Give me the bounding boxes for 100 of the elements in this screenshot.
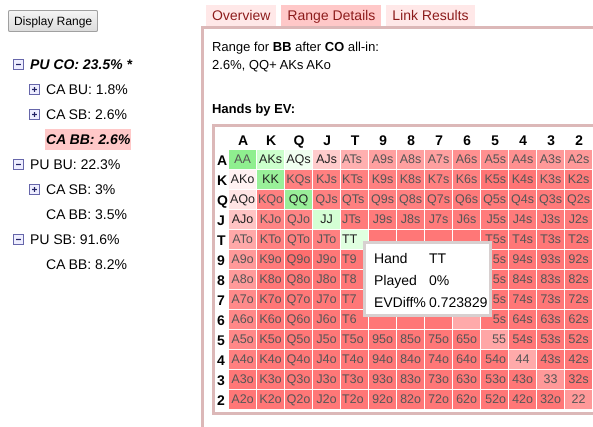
hand-cell: K6o (257, 310, 285, 330)
tab[interactable]: Link Results (386, 5, 475, 26)
tree-item[interactable]: CA BB: 3.5% (45, 204, 128, 225)
hand-cell: 84o (397, 350, 425, 370)
collapse-icon[interactable] (13, 234, 24, 245)
hand-cell: KJo (257, 210, 285, 230)
hand-cell: 22 (565, 390, 593, 410)
hand-cell: 42o (509, 390, 537, 410)
display-range-button[interactable]: Display Range (8, 10, 98, 32)
hand-cell: JTo (313, 230, 341, 250)
hand-cell: A3s (537, 150, 565, 170)
tree-item[interactable]: CA BB: 2.6% (45, 129, 132, 150)
hand-cell: 64s (509, 310, 537, 330)
collapse-icon[interactable] (13, 59, 24, 70)
hand-cell: 93s (537, 250, 565, 270)
hand-cell: J5s (481, 210, 509, 230)
tooltip-label: Played (374, 271, 418, 289)
expand-icon[interactable] (29, 84, 40, 95)
row-header: 8 (217, 270, 226, 290)
hand-cell: A7s (425, 150, 453, 170)
hand-cell: J9s (369, 210, 397, 230)
hand-cell: Q8o (285, 270, 313, 290)
tree-item[interactable]: CA BU: 1.8% (45, 79, 129, 100)
column-header: 8 (406, 130, 416, 150)
hand-cell: K8s (397, 170, 425, 190)
column-header: 6 (462, 130, 472, 150)
hand-cell: Q6s (453, 190, 481, 210)
hand-cell: ATo (229, 230, 257, 250)
hand-cell: 72o (425, 390, 453, 410)
tree-item[interactable]: CA SB: 3% (45, 179, 116, 200)
row-header: A (217, 150, 228, 170)
hand-cell: QQ (285, 190, 313, 210)
hand-cell: 65o (453, 330, 481, 350)
collapse-icon[interactable] (13, 159, 24, 170)
tooltip-label: EVDiff% (374, 293, 426, 311)
hand-cell: KQs (285, 170, 313, 190)
column-header: 3 (546, 130, 556, 150)
hand-cell: 82o (397, 390, 425, 410)
hand-cell: 62o (453, 390, 481, 410)
row-header: 7 (217, 290, 226, 310)
hand-cell: 53s (537, 330, 565, 350)
row-header: 4 (217, 350, 226, 370)
column-header: 9 (378, 130, 388, 150)
hand-cell: ATs (341, 150, 369, 170)
hand-cell: K2o (257, 390, 285, 410)
hand-cell: 72s (565, 290, 593, 310)
hand-cell: A8s (397, 150, 425, 170)
column-header: 4 (518, 130, 528, 150)
hand-cell: 83s (537, 270, 565, 290)
hand-cell: 43s (537, 350, 565, 370)
hand-cell: J6o (313, 310, 341, 330)
section-heading: Hands by EV: (212, 100, 296, 118)
column-header: T (350, 130, 360, 150)
description-text: Range for BB after CO all-in: (212, 38, 380, 56)
hand-cell: Q7s (425, 190, 453, 210)
hand-cell: J7s (425, 210, 453, 230)
hand-cell: KTs (341, 170, 369, 190)
hand-cell: K7s (425, 170, 453, 190)
hand-cell: 63o (453, 370, 481, 390)
hand-cell: K4o (257, 350, 285, 370)
tree-item[interactable]: PU CO: 23.5% * (29, 54, 133, 75)
hand-cell: 62s (565, 310, 593, 330)
tree-item[interactable]: PU BU: 22.3% (29, 154, 122, 175)
hand-cell: A6o (229, 310, 257, 330)
hand-cell: 32o (537, 390, 565, 410)
hand-cell: 82s (565, 270, 593, 290)
tab[interactable]: Range Details (281, 5, 382, 26)
hand-cell: 43o (509, 370, 537, 390)
hand-cell: AA (229, 150, 257, 170)
expand-icon[interactable] (29, 109, 40, 120)
hand-cell: J6s (453, 210, 481, 230)
hand-cell: A7o (229, 290, 257, 310)
hand-cell: 73s (537, 290, 565, 310)
expand-icon[interactable] (29, 184, 40, 195)
column-header: 5 (490, 130, 500, 150)
hand-cell: A6s (453, 150, 481, 170)
hand-cell: A9s (369, 150, 397, 170)
tab[interactable]: Overview (206, 5, 276, 26)
hand-cell: 63s (537, 310, 565, 330)
hand-cell: 84s (509, 270, 537, 290)
hand-cell: Q2o (285, 390, 313, 410)
hand-cell: J3o (313, 370, 341, 390)
column-header: Q (292, 130, 306, 150)
hand-cell: AKs (257, 150, 285, 170)
hand-cell: T3o (341, 370, 369, 390)
tree-item[interactable]: PU SB: 91.6% (29, 229, 120, 250)
column-header: A (236, 130, 250, 150)
hand-cell: 85o (397, 330, 425, 350)
hand-cell: K2s (565, 170, 593, 190)
hand-cell: 54s (509, 330, 537, 350)
row-header: K (217, 170, 228, 190)
hand-cell: Q9o (285, 250, 313, 270)
hand-cell: AJo (229, 210, 257, 230)
hand-cell: K5o (257, 330, 285, 350)
tooltip-label: Hand (374, 249, 408, 267)
hand-cell: 52s (565, 330, 593, 350)
tooltip-value: TT (429, 249, 446, 267)
tree-item[interactable]: CA BB: 8.2% (45, 254, 128, 275)
tree-item[interactable]: CA SB: 2.6% (45, 104, 128, 125)
hand-cell: JTs (341, 210, 369, 230)
